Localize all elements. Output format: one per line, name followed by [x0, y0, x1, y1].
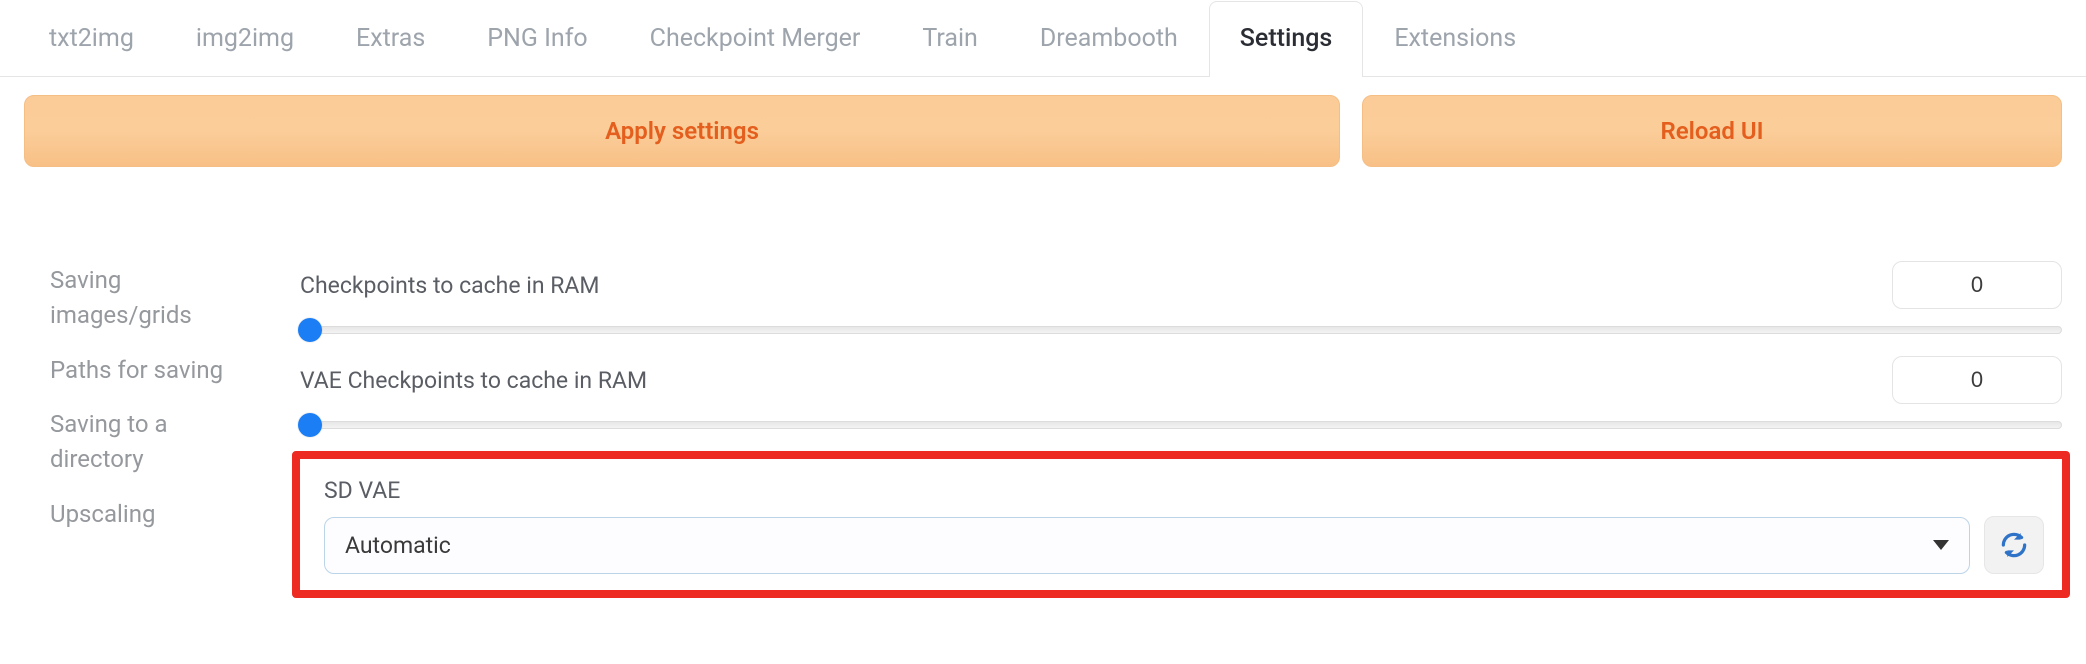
sd-vae-highlight: SD VAE Automatic — [292, 451, 2070, 598]
sd-vae-select[interactable]: Automatic — [324, 517, 1970, 574]
slider-thumb[interactable] — [298, 413, 322, 437]
vae-checkpoints-ram-input[interactable] — [1892, 356, 2062, 404]
settings-sidebar: Saving images/grids Paths for saving Sav… — [50, 261, 260, 598]
apply-settings-button[interactable]: Apply settings — [24, 95, 1340, 167]
setting-label: Checkpoints to cache in RAM — [300, 272, 1876, 299]
tab-txt2img[interactable]: txt2img — [18, 1, 165, 77]
sd-vae-label: SD VAE — [324, 477, 2044, 504]
tabs-bar: txt2img img2img Extras PNG Info Checkpoi… — [0, 0, 2086, 77]
tab-extras[interactable]: Extras — [325, 1, 456, 77]
checkpoints-ram-slider[interactable] — [300, 326, 2062, 334]
sd-vae-refresh-button[interactable] — [1984, 516, 2044, 574]
sidebar-item-saving-images[interactable]: Saving images/grids — [50, 263, 260, 333]
tab-settings[interactable]: Settings — [1209, 1, 1364, 77]
tab-extensions[interactable]: Extensions — [1363, 1, 1547, 77]
vae-checkpoints-ram-slider[interactable] — [300, 421, 2062, 429]
tab-png-info[interactable]: PNG Info — [456, 1, 618, 77]
chevron-down-icon — [1933, 540, 1949, 550]
sidebar-item-upscaling[interactable]: Upscaling — [50, 497, 260, 532]
sidebar-item-paths-for-saving[interactable]: Paths for saving — [50, 353, 260, 388]
tab-train[interactable]: Train — [891, 1, 1008, 77]
slider-thumb[interactable] — [298, 318, 322, 342]
sd-vae-selected-value: Automatic — [345, 532, 451, 559]
content-area: Saving images/grids Paths for saving Sav… — [0, 181, 2086, 598]
checkpoints-ram-input[interactable] — [1892, 261, 2062, 309]
tab-img2img[interactable]: img2img — [165, 1, 325, 77]
slider-track — [300, 421, 2062, 429]
tab-checkpoint-merger[interactable]: Checkpoint Merger — [619, 1, 892, 77]
setting-label: VAE Checkpoints to cache in RAM — [300, 367, 1876, 394]
action-row: Apply settings Reload UI — [0, 77, 2086, 181]
reload-ui-button[interactable]: Reload UI — [1362, 95, 2062, 167]
sidebar-item-saving-to-directory[interactable]: Saving to a directory — [50, 407, 260, 477]
slider-track — [300, 326, 2062, 334]
tab-dreambooth[interactable]: Dreambooth — [1009, 1, 1209, 77]
refresh-icon — [1998, 529, 2030, 561]
setting-vae-checkpoints-ram: VAE Checkpoints to cache in RAM — [300, 356, 2062, 429]
setting-checkpoints-ram: Checkpoints to cache in RAM — [300, 261, 2062, 334]
settings-main: Checkpoints to cache in RAM VAE Checkpoi… — [300, 261, 2062, 598]
